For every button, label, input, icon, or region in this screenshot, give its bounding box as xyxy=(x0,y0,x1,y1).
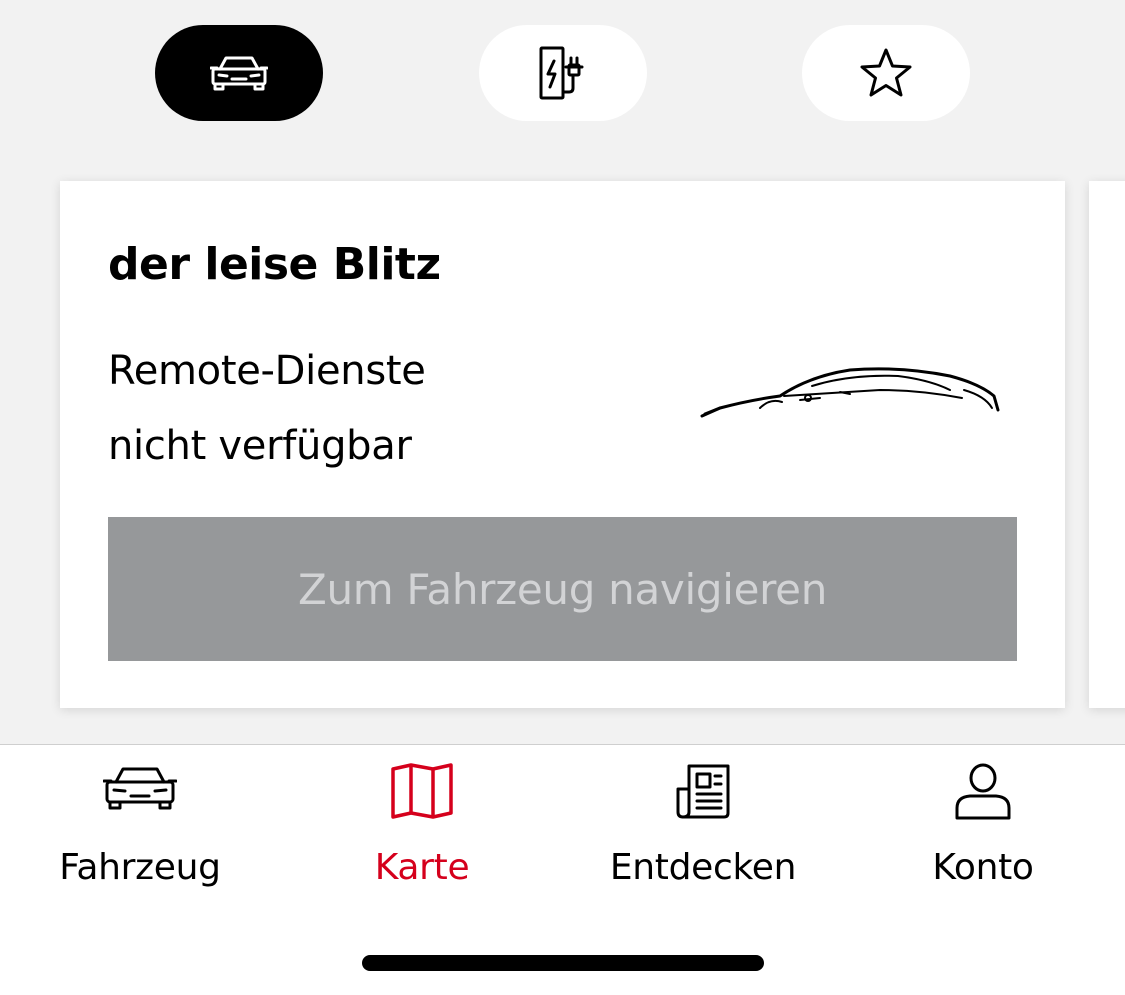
navigate-to-vehicle-button[interactable]: Zum Fahrzeug navigieren xyxy=(108,517,1017,661)
view-segment-control xyxy=(0,25,1125,121)
car-icon xyxy=(210,56,268,91)
charging-station-icon xyxy=(539,46,584,100)
tab-konto[interactable]: Konto xyxy=(863,763,1103,903)
tab-label: Entdecken xyxy=(609,847,797,888)
status-line-2: nicht verfügbar xyxy=(108,423,412,469)
tab-label: Konto xyxy=(932,847,1034,888)
tab-fahrzeug[interactable]: Fahrzeug xyxy=(20,763,260,903)
vehicle-name: der leise Blitz xyxy=(108,239,441,290)
segment-vehicle-button[interactable] xyxy=(155,25,323,121)
tab-label: Karte xyxy=(374,847,470,888)
car-silhouette-image xyxy=(700,367,1000,418)
tab-entdecken[interactable]: Entdecken xyxy=(583,763,823,903)
vehicle-card: der leise Blitz Remote-Dienste nicht ver… xyxy=(60,181,1065,708)
newspaper-icon xyxy=(676,764,730,819)
user-icon xyxy=(955,763,1011,820)
tab-karte[interactable]: Karte xyxy=(302,763,542,903)
map-icon xyxy=(391,763,453,819)
segment-charging-button[interactable] xyxy=(479,25,647,121)
tab-label: Fahrzeug xyxy=(59,847,221,888)
car-icon xyxy=(103,767,177,810)
next-vehicle-card[interactable] xyxy=(1089,181,1125,708)
status-line-1: Remote-Dienste xyxy=(108,348,426,394)
home-indicator[interactable] xyxy=(362,955,764,971)
remote-services-status: Remote-Dienste nicht verfügbar xyxy=(108,334,628,484)
segment-favorites-button[interactable] xyxy=(802,25,970,121)
star-icon xyxy=(860,48,912,97)
